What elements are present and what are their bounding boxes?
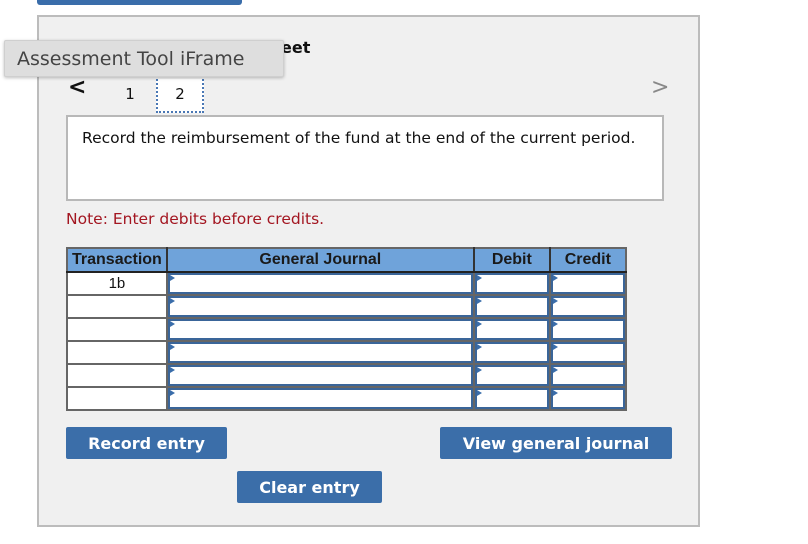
clear-entry-button[interactable]: Clear entry — [237, 471, 382, 503]
credit-input-cell — [548, 364, 626, 388]
debit-input-cell — [472, 341, 550, 365]
transaction-cell: 1b — [67, 272, 168, 296]
account-input-cell — [165, 341, 474, 365]
credit-input[interactable] — [550, 319, 625, 340]
debit-input-cell — [472, 295, 550, 319]
chevron-right-icon[interactable]: > — [651, 76, 669, 100]
journal-row — [67, 318, 626, 342]
account-input-cell — [165, 295, 474, 319]
journal-row — [67, 341, 626, 365]
journal-row — [67, 387, 626, 410]
transaction-cell — [67, 387, 168, 410]
transaction-cell — [67, 318, 168, 342]
header-transaction: Transaction — [67, 248, 168, 273]
credit-input-cell — [548, 272, 626, 296]
journal-row — [67, 295, 626, 319]
sheet-title: eet — [281, 38, 311, 57]
debit-input-cell — [472, 272, 550, 296]
account-input-cell — [165, 387, 474, 410]
question-box: Record the reimbursement of the fund at … — [66, 115, 664, 201]
view-general-journal-button[interactable]: View general journal — [440, 427, 672, 459]
credit-input-cell — [548, 295, 626, 319]
credit-input[interactable] — [550, 388, 625, 409]
debit-input[interactable] — [474, 273, 549, 294]
transaction-cell — [67, 341, 168, 365]
journal-table: Transaction General Journal Debit Credit… — [66, 247, 627, 411]
debit-input-cell — [472, 387, 550, 410]
chevron-left-icon[interactable]: < — [68, 76, 86, 100]
top-button-edge[interactable] — [37, 0, 242, 5]
debit-input-cell — [472, 318, 550, 342]
header-credit: Credit — [548, 248, 626, 273]
transaction-cell — [67, 364, 168, 388]
journal-row — [67, 364, 626, 388]
account-input[interactable] — [167, 296, 473, 317]
credit-input[interactable] — [550, 296, 625, 317]
journal-row: 1b — [67, 272, 626, 296]
account-input-cell — [165, 364, 474, 388]
debit-input[interactable] — [474, 342, 549, 363]
credit-input-cell — [548, 387, 626, 410]
tab-1[interactable]: 1 — [106, 79, 154, 113]
debit-input[interactable] — [474, 319, 549, 340]
credit-input-cell — [548, 318, 626, 342]
record-entry-button[interactable]: Record entry — [66, 427, 227, 459]
debit-input[interactable] — [474, 365, 549, 386]
debit-input[interactable] — [474, 296, 549, 317]
account-input-cell — [165, 318, 474, 342]
debit-input-cell — [472, 364, 550, 388]
header-general-journal: General Journal — [165, 248, 475, 273]
account-input[interactable] — [167, 273, 473, 294]
note-text: Note: Enter debits before credits. — [66, 210, 325, 228]
transaction-cell — [67, 295, 168, 319]
credit-input-cell — [548, 341, 626, 365]
journal-header-row: Transaction General Journal Debit Credit — [67, 248, 626, 273]
account-input[interactable] — [167, 319, 473, 340]
credit-input[interactable] — [550, 365, 625, 386]
debit-input[interactable] — [474, 388, 549, 409]
account-input-cell — [165, 272, 474, 296]
account-input[interactable] — [167, 342, 473, 363]
tab-2[interactable]: 2 — [156, 79, 204, 113]
question-text: Record the reimbursement of the fund at … — [82, 129, 636, 147]
account-input[interactable] — [167, 365, 473, 386]
iframe-tooltip: Assessment Tool iFrame — [4, 40, 284, 77]
header-debit: Debit — [472, 248, 551, 273]
credit-input[interactable] — [550, 273, 625, 294]
credit-input[interactable] — [550, 342, 625, 363]
account-input[interactable] — [167, 388, 473, 409]
